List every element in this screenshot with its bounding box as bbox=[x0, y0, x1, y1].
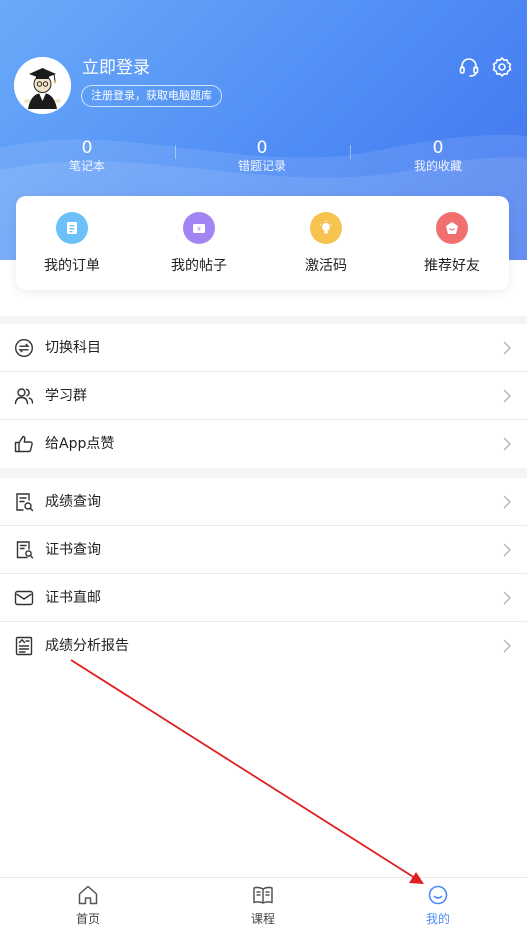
menu-switch-subject[interactable]: 切换科目 bbox=[0, 324, 527, 372]
graduate-avatar-icon bbox=[14, 57, 71, 114]
group-icon bbox=[14, 386, 34, 406]
stat-notebook-label: 笔记本 bbox=[68, 159, 105, 173]
svg-text:¥: ¥ bbox=[197, 226, 201, 233]
quick-recommend-friends[interactable]: 推荐好友 bbox=[397, 212, 507, 275]
stat-wrong-questions-count: 0 bbox=[256, 138, 268, 158]
gear-icon[interactable] bbox=[491, 56, 513, 78]
quick-my-orders[interactable]: 我的订单 bbox=[17, 212, 127, 275]
home-icon bbox=[78, 885, 98, 905]
menu-like-app[interactable]: 给App点赞 bbox=[0, 420, 527, 468]
tab-mine-label: 我的 bbox=[425, 912, 450, 926]
menu-certificate-query[interactable]: 证书查询 bbox=[0, 526, 527, 574]
section-divider bbox=[0, 468, 527, 478]
quick-my-posts-label: 我的帖子 bbox=[171, 258, 227, 274]
quick-activation-code[interactable]: 激活码 bbox=[271, 212, 381, 275]
stat-divider bbox=[350, 145, 351, 159]
tab-home-label: 首页 bbox=[75, 912, 100, 926]
section-divider bbox=[0, 316, 527, 324]
thumbs-up-icon bbox=[14, 434, 34, 454]
menu-study-group[interactable]: 学习群 bbox=[0, 372, 527, 420]
score-query-icon bbox=[14, 492, 34, 512]
login-title[interactable]: 立即登录 bbox=[82, 57, 150, 79]
menu-study-group-label: 学习群 bbox=[45, 388, 87, 404]
tab-courses-label: 课程 bbox=[250, 912, 275, 926]
certificate-query-icon bbox=[14, 540, 34, 560]
post-icon: ¥ bbox=[183, 212, 215, 244]
chevron-right-icon bbox=[503, 495, 511, 509]
mail-icon bbox=[14, 588, 34, 608]
quick-actions-card: 我的订单 ¥ 我的帖子 激活码 推荐好友 bbox=[16, 196, 509, 290]
order-icon bbox=[56, 212, 88, 244]
stat-favorites-count: 0 bbox=[432, 138, 444, 158]
profile-smile-icon bbox=[428, 885, 448, 905]
chevron-right-icon bbox=[503, 543, 511, 557]
menu-score-analysis-report-label: 成绩分析报告 bbox=[45, 638, 129, 654]
register-login-pill[interactable]: 注册登录，获取电脑题库 bbox=[81, 85, 222, 107]
chevron-right-icon bbox=[503, 341, 511, 355]
menu-like-app-label: 给App点赞 bbox=[45, 436, 115, 452]
tab-mine[interactable]: 我的 bbox=[378, 884, 498, 927]
chevron-right-icon bbox=[503, 389, 511, 403]
menu-certificate-query-label: 证书查询 bbox=[45, 542, 101, 558]
headset-icon[interactable] bbox=[458, 56, 480, 78]
report-icon bbox=[14, 636, 34, 656]
quick-my-posts[interactable]: ¥ 我的帖子 bbox=[144, 212, 254, 275]
bottom-tab-bar: 首页 课程 我的 bbox=[0, 877, 527, 936]
chevron-right-icon bbox=[503, 437, 511, 451]
avatar[interactable] bbox=[14, 57, 71, 114]
chevron-right-icon bbox=[503, 591, 511, 605]
quick-my-orders-label: 我的订单 bbox=[44, 258, 100, 274]
menu-switch-subject-label: 切换科目 bbox=[45, 340, 101, 356]
quick-activation-code-label: 激活码 bbox=[305, 258, 347, 274]
quick-recommend-friends-label: 推荐好友 bbox=[424, 258, 480, 274]
stat-notebook-count: 0 bbox=[81, 138, 93, 158]
stat-divider bbox=[175, 145, 176, 159]
switch-icon bbox=[14, 338, 34, 358]
menu-certificate-mail-label: 证书直邮 bbox=[45, 590, 101, 606]
profile-screen: 立即登录 注册登录，获取电脑题库 0 笔记本 0 错题记录 0 我的收藏 我的订… bbox=[0, 0, 527, 936]
stat-wrong-questions-label: 错题记录 bbox=[237, 159, 286, 173]
menu-certificate-mail[interactable]: 证书直邮 bbox=[0, 574, 527, 622]
stat-wrong-questions[interactable]: 0 错题记录 bbox=[192, 138, 332, 174]
tab-courses[interactable]: 课程 bbox=[203, 884, 323, 927]
menu-score-analysis-report[interactable]: 成绩分析报告 bbox=[0, 622, 527, 670]
stat-favorites[interactable]: 0 我的收藏 bbox=[368, 138, 508, 174]
tab-home[interactable]: 首页 bbox=[28, 884, 148, 927]
recommend-icon bbox=[436, 212, 468, 244]
course-book-icon bbox=[253, 886, 273, 904]
menu-score-query[interactable]: 成绩查询 bbox=[0, 478, 527, 526]
menu-score-query-label: 成绩查询 bbox=[45, 494, 101, 510]
activation-icon bbox=[310, 212, 342, 244]
chevron-right-icon bbox=[503, 639, 511, 653]
stat-notebook[interactable]: 0 笔记本 bbox=[17, 138, 157, 174]
stat-favorites-label: 我的收藏 bbox=[413, 159, 462, 173]
